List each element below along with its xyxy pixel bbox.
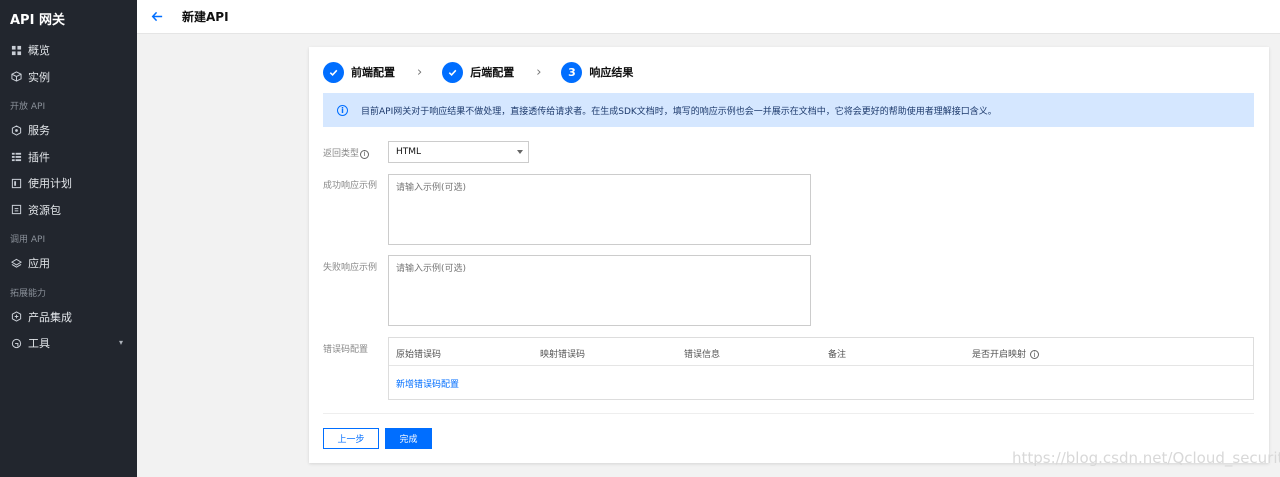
check-icon [323,61,344,83]
back-arrow-icon[interactable] [150,10,164,24]
step-number: 3 [561,61,583,83]
tools-icon [10,337,22,349]
failure-example-label: 失败响应示例 [323,263,378,273]
sidebar-group-call-api: 调用 API [10,235,46,245]
column-mapped-code: 映射错误码 [540,350,586,360]
hexagon-icon [10,124,22,136]
sidebar-item-label: 插件 [28,150,50,164]
sidebar-item-label: 使用计划 [28,177,72,191]
help-icon[interactable]: i [360,149,370,159]
finish-button[interactable]: 完成 [385,428,432,449]
caret-down-icon [517,150,523,154]
integration-icon [10,311,22,323]
plugin-icon [10,151,22,163]
check-icon [442,61,464,83]
divider [323,413,1254,414]
sidebar-item-label: 服务 [28,124,50,138]
step-label: 响应结果 [589,66,634,79]
step-frontend-config[interactable]: 前端配置 [323,61,395,83]
column-enable-mapping: 是否开启映射 i [972,347,1040,360]
previous-step-button[interactable]: 上一步 [323,428,379,449]
sidebar-item-application[interactable]: 应用 [0,250,137,277]
error-code-config-label: 错误码配置 [323,345,369,355]
chevron-right-icon: › [417,64,423,80]
table-header: 原始错误码 映射错误码 错误信息 备注 是否开启映射 i [389,338,1253,366]
error-code-table: 原始错误码 映射错误码 错误信息 备注 是否开启映射 i 新增错误码配置 [388,337,1254,400]
sidebar-item-label: 应用 [28,257,50,271]
return-type-label-text: 返回类型 [323,149,360,159]
package-icon [10,204,22,216]
chevron-right-icon: › [536,64,542,80]
plan-icon [10,177,22,189]
add-error-code-link[interactable]: 新增错误码配置 [396,377,459,390]
info-icon: i [337,104,348,116]
sidebar-item-tools[interactable]: 工具 ▾ [0,330,137,357]
page-header: 新建API [137,0,1280,34]
column-enable-mapping-text: 是否开启映射 [972,350,1027,360]
step-label: 后端配置 [470,66,515,79]
step-response-result: 3 响应结果 [561,61,634,83]
sidebar-item-label: 实例 [28,70,50,84]
layers-icon [10,257,22,269]
info-notice: i 目前API网关对于响应结果不做处理，直接透传给请求者。在生成SDK文档时，填… [323,93,1254,127]
column-original-code: 原始错误码 [396,350,442,360]
sidebar-item-instance[interactable]: 实例 [0,64,137,91]
sidebar-item-service[interactable]: 服务 [0,117,137,144]
create-api-card: 前端配置 › 后端配置 › 3 响应结果 i 目前API网关对于响应结果不做处理… [309,47,1269,463]
column-error-message: 错误信息 [684,350,721,360]
success-example-label: 成功响应示例 [323,181,378,191]
sidebar-item-usage-plan[interactable]: 使用计划 [0,170,137,197]
step-label: 前端配置 [351,66,395,79]
success-example-textarea[interactable] [388,174,811,245]
return-type-select[interactable]: HTML [388,141,529,163]
sidebar-item-label: 资源包 [28,203,61,217]
step-backend-config[interactable]: 后端配置 [442,61,515,83]
watermark: https://blog.csdn.net/Qcloud_security [1012,449,1280,467]
sidebar-item-label: 工具 [28,337,50,351]
chevron-down-icon[interactable]: ▾ [119,338,123,347]
column-remark: 备注 [828,350,847,360]
cube-icon [10,71,22,83]
page-title: 新建API [182,10,229,24]
sidebar-item-label: 概览 [28,44,50,58]
sidebar-item-label: 产品集成 [28,310,72,324]
grid-icon [10,44,22,56]
sidebar-brand[interactable]: API 网关 [0,0,137,36]
sidebar-item-plugin[interactable]: 插件 [0,144,137,171]
stepper: 前端配置 › 后端配置 › 3 响应结果 [323,61,633,83]
return-type-value: HTML [396,147,422,157]
notice-text: 目前API网关对于响应结果不做处理，直接透传给请求者。在生成SDK文档时，填写的… [361,106,997,117]
sidebar-item-overview[interactable]: 概览 [0,37,137,64]
failure-example-textarea[interactable] [388,255,811,326]
sidebar-group-extensions: 拓展能力 [10,288,47,299]
sidebar-group-open-api: 开放 API [10,102,46,112]
help-icon[interactable]: i [1030,350,1040,359]
sidebar-item-product-integration[interactable]: 产品集成 [0,304,137,331]
sidebar-item-resource-pack[interactable]: 资源包 [0,197,137,224]
return-type-label: 返回类型 i [323,146,370,159]
sidebar: API 网关 概览 实例 开放 API 服务 插件 使用计划 资源包 调用 AP… [0,0,137,477]
